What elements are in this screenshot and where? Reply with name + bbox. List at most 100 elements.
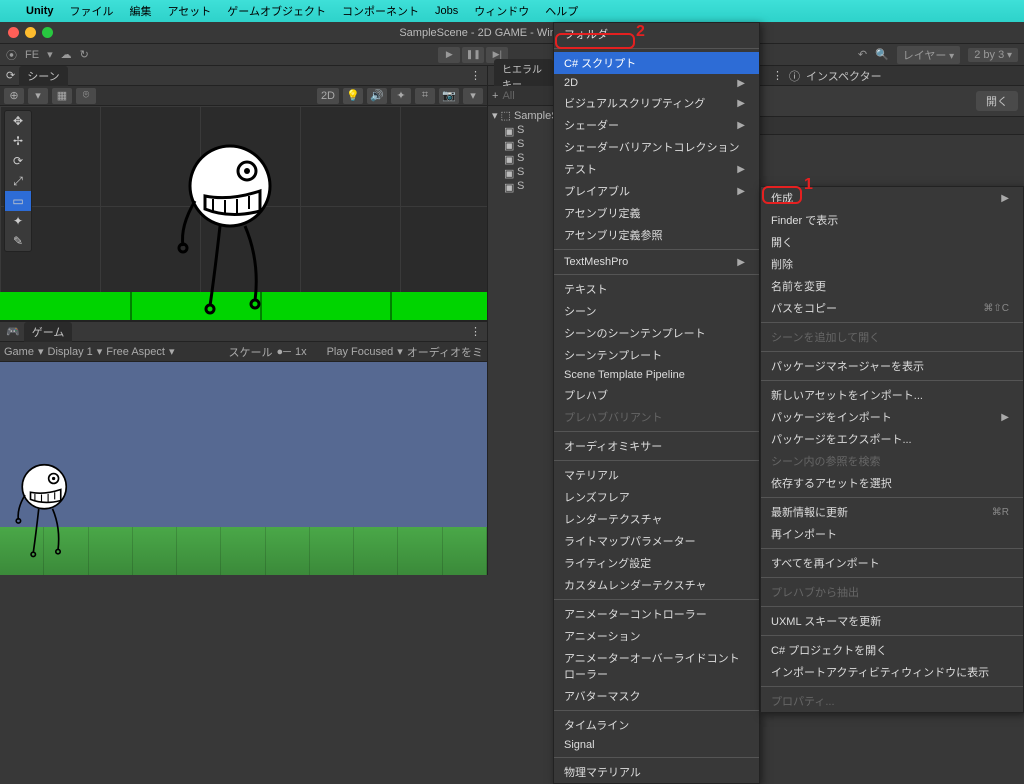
asset-menu-item[interactable]: 作成▶ [761,187,1023,209]
asset-menu-item[interactable]: 最新情報に更新⌘R [761,501,1023,523]
create-menu-item[interactable]: プレハブ [554,384,759,406]
fx-icon[interactable]: ✦ [391,88,411,104]
hierarchy-item[interactable]: ▣S [490,179,557,193]
menu-window[interactable]: ウィンドウ [474,3,529,19]
scale-tool-icon[interactable]: ⤢ [5,171,31,191]
asset-menu-item[interactable]: 新しいアセットをインポート... [761,384,1023,406]
create-menu-item[interactable]: Signal [554,736,759,754]
close-icon[interactable] [8,27,19,38]
menu-file[interactable]: ファイル [70,3,114,19]
pivot-button[interactable]: ⊕ [4,88,24,104]
create-menu-item[interactable]: フォルダー [554,23,759,45]
layout-dropdown[interactable]: 2 by 3 ▾ [968,48,1018,62]
hierarchy-item[interactable]: ▣S [490,165,557,179]
audio-toggle-icon[interactable]: 🔊 [367,88,387,104]
create-menu-item[interactable]: シーンテンプレート [554,344,759,366]
global-button[interactable]: ▾ [28,88,48,104]
create-menu-item[interactable]: シェーダーバリアントコレクション [554,136,759,158]
asset-menu-item[interactable]: 依存するアセットを選択 [761,472,1023,494]
snap-button[interactable]: ⌾ [76,88,96,104]
view-tool-icon[interactable]: ✥ [5,111,31,131]
transform-tool-icon[interactable]: ✦ [5,211,31,231]
asset-menu-item[interactable]: 再インポート [761,523,1023,545]
asset-menu-item[interactable]: 名前を変更 [761,275,1023,297]
asset-menu-item[interactable]: インポートアクティビティウィンドウに表示 [761,661,1023,683]
menu-help[interactable]: ヘルプ [545,3,578,19]
move-tool-icon[interactable]: ✢ [5,131,31,151]
asset-menu-item[interactable]: C# プロジェクトを開く [761,639,1023,661]
asset-menu-item[interactable]: 削除 [761,253,1023,275]
light-icon[interactable]: 💡 [343,88,363,104]
hierarchy-item[interactable]: ▣S [490,123,557,137]
create-menu-item[interactable]: 物理マテリアル [554,761,759,783]
scene-tab[interactable]: シーン [19,66,67,86]
open-button[interactable]: 開く [976,91,1018,111]
cloud-icon[interactable]: ☁ [61,48,72,61]
character-sprite[interactable] [175,141,295,320]
menu-asset[interactable]: アセット [168,3,212,19]
create-menu-item[interactable]: オーディオミキサー [554,435,759,457]
create-menu-item[interactable]: 2D▶ [554,74,759,92]
create-menu-item[interactable]: レンズフレア [554,486,759,508]
create-menu-item[interactable]: マテリアル [554,464,759,486]
create-menu-item[interactable]: ビジュアルスクリプティング▶ [554,92,759,114]
dropdown-icon[interactable]: ▾ [47,48,53,61]
inspector-tab[interactable]: インスペクター [806,68,882,84]
create-menu-item[interactable]: アニメーターオーバーライドコントローラー [554,647,759,685]
mode-2d-button[interactable]: 2D [317,88,339,104]
create-menu-item[interactable]: アセンブリ定義 [554,202,759,224]
create-menu-item[interactable]: アニメーターコントローラー [554,603,759,625]
menu-edit[interactable]: 編集 [130,3,152,19]
play-focused[interactable]: Play Focused [327,346,394,358]
game-display[interactable]: Display 1 [48,346,93,358]
custom-tool-icon[interactable]: ✎ [5,231,31,251]
game-view[interactable] [0,362,487,575]
pause-button[interactable]: ❚❚ [462,47,484,63]
create-menu-item[interactable]: シェーダー▶ [554,114,759,136]
audio-clip[interactable]: オーディオをミ [407,344,483,360]
account-icon[interactable]: ⦿ [6,47,17,63]
history-icon[interactable]: ↻ [80,48,89,61]
rect-tool-icon[interactable]: ▭ [5,191,31,211]
create-menu-item[interactable]: テスト▶ [554,158,759,180]
play-button[interactable]: ▶ [438,47,460,63]
menu-component[interactable]: コンポーネント [342,3,419,19]
create-menu-item[interactable]: C# スクリプト [554,52,759,74]
add-icon[interactable]: + [492,90,498,102]
create-menu-item[interactable]: プレイアブル▶ [554,180,759,202]
minimize-icon[interactable] [25,27,36,38]
game-mode[interactable]: Game [4,346,34,358]
create-menu-item[interactable]: カスタムレンダーテクスチャ [554,574,759,596]
create-menu-item[interactable]: アニメーション [554,625,759,647]
asset-menu-item[interactable]: パスをコピー⌘⇧C [761,297,1023,319]
fe-label[interactable]: FE [25,49,39,61]
asset-menu-item[interactable]: UXML スキーマを更新 [761,610,1023,632]
scene-view[interactable]: ✥ ✢ ⟳ ⤢ ▭ ✦ ✎ [0,106,487,320]
create-menu-item[interactable]: レンダーテクスチャ [554,508,759,530]
menu-gameobject[interactable]: ゲームオブジェクト [227,3,326,19]
hierarchy-search[interactable]: All [502,90,514,102]
create-menu-item[interactable]: アセンブリ定義参照 [554,224,759,246]
create-menu-item[interactable]: テキスト [554,278,759,300]
game-aspect[interactable]: Free Aspect [106,346,165,358]
gizmo-icon[interactable]: ⌗ [415,88,435,104]
asset-menu-item[interactable]: パッケージをエクスポート... [761,428,1023,450]
search-icon[interactable]: 🔍 [875,48,889,61]
game-tab-menu-icon[interactable]: ⋮ [470,325,481,338]
camera-icon[interactable]: 📷 [439,88,459,104]
create-menu-item[interactable]: ライトマップパラメーター [554,530,759,552]
create-menu-item[interactable]: シーン [554,300,759,322]
create-menu-item[interactable]: TextMeshPro▶ [554,253,759,271]
create-menu-item[interactable]: アバターマスク [554,685,759,707]
asset-menu-item[interactable]: 開く [761,231,1023,253]
menu-jobs[interactable]: Jobs [435,5,458,17]
menu-app[interactable]: Unity [26,5,54,17]
tab-menu-icon[interactable]: ⋮ [470,69,481,82]
hierarchy-item[interactable]: ▣S [490,137,557,151]
create-menu-item[interactable]: タイムライン [554,714,759,736]
hierarchy-item[interactable]: ▣S [490,151,557,165]
undo-icon[interactable]: ↶ [858,48,867,61]
asset-menu-item[interactable]: すべてを再インポート [761,552,1023,574]
asset-menu-item[interactable]: パッケージをインポート▶ [761,406,1023,428]
asset-menu-item[interactable]: Finder で表示 [761,209,1023,231]
